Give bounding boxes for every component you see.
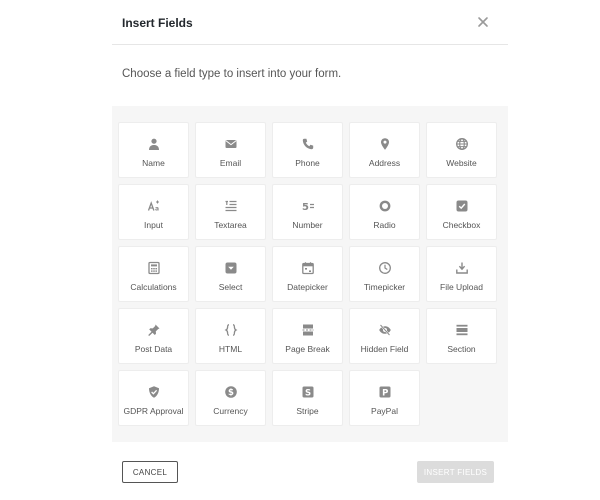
field-tile-label: Select [218,282,243,292]
text-lines-icon [225,200,236,212]
field-tile-label: PayPal [371,406,398,416]
field-tile-phone[interactable]: Phone [272,122,343,178]
upload-icon [455,262,468,274]
field-tile-label: Page Break [285,344,330,354]
field-tile-input[interactable]: a Input [118,184,189,240]
cancel-button[interactable]: CANCEL [122,461,178,483]
field-tile-label: HTML [218,344,243,354]
field-tile-label: GDPR Approval [123,406,184,416]
field-tile-label: Timepicker [363,282,406,292]
dialog-header: Insert Fields [112,0,508,45]
field-tile-label: Name [142,158,165,168]
field-tile-select[interactable]: Select [195,246,266,302]
dollar-icon: $ [224,386,237,398]
field-tile-label: Website [446,158,477,168]
field-tile-label: Calculations [130,282,177,292]
paypal-icon: P [379,386,390,399]
insert-fields-dialog: Insert Fields Choose a field type to ins… [112,0,508,500]
radio-icon [379,200,390,212]
field-types-panel: Name Email Phone Address Website a Input Textar… [112,106,508,442]
field-tile-label: Radio [373,220,396,230]
field-tile-timepicker[interactable]: Timepicker [349,246,420,302]
field-tile-label: Phone [295,158,320,168]
field-tile-label: Textarea [214,220,247,230]
select-icon [225,262,236,274]
field-tile-name[interactable]: Name [118,122,189,178]
field-tile-section[interactable]: Section [426,308,497,364]
field-tile-label: Checkbox [442,220,481,230]
field-tile-currency[interactable]: $ Currency [195,370,266,426]
field-tile-post-data[interactable]: Post Data [118,308,189,364]
globe-icon [455,138,468,150]
field-tile-label: Hidden Field [360,344,409,354]
text-size-icon: a [147,200,159,213]
dialog-title: Insert Fields [122,16,193,30]
field-tile-stripe[interactable]: S Stripe [272,370,343,426]
field-tile-hidden-field[interactable]: Hidden Field [349,308,420,364]
svg-text:5: 5 [302,202,309,213]
field-tile-website[interactable]: Website [426,122,497,178]
number-icon: 5 [302,202,314,213]
field-tile-label: Number [292,220,323,230]
field-tile-paypal[interactable]: P PayPal [349,370,420,426]
dialog-intro: Choose a field type to insert into your … [122,68,342,80]
field-tile-label: Post Data [134,344,173,354]
eye-slash-icon [378,324,391,336]
field-tile-address[interactable]: Address [349,122,420,178]
field-tile-radio[interactable]: Radio [349,184,420,240]
field-tile-file-upload[interactable]: File Upload [426,246,497,302]
envelope-icon [224,140,237,148]
shield-check-icon [148,386,159,398]
user-icon [148,138,159,150]
field-tile-html[interactable]: HTML [195,308,266,364]
field-tile-label: File Upload [440,282,483,292]
insert-fields-button[interactable]: INSERT FIELDS [417,461,494,483]
stripe-icon: S [302,386,313,399]
field-tile-gdpr-approval[interactable]: GDPR Approval [118,370,189,426]
field-tile-checkbox[interactable]: Checkbox [426,184,497,240]
dialog-footer: CANCEL INSERT FIELDS [112,443,508,500]
field-tile-datepicker[interactable]: Datepicker [272,246,343,302]
svg-text:a: a [155,206,159,213]
field-tile-label: Input [144,220,163,230]
calculator-icon [147,261,160,275]
field-tile-email[interactable]: Email [195,122,266,178]
svg-text:S: S [304,389,310,399]
phone-icon [302,138,313,150]
section-icon [456,324,467,336]
field-tile-label: Currency [213,406,248,416]
field-tile-label: Section [447,344,476,354]
svg-text:P: P [382,389,388,399]
checkbox-icon [456,200,467,212]
field-tile-textarea[interactable]: Textarea [195,184,266,240]
braces-icon [224,324,237,336]
pin-icon [148,324,159,336]
field-tile-label: Datepicker [287,282,328,292]
map-pin-icon [380,138,389,150]
field-tile-page-break[interactable]: Page Break [272,308,343,364]
svg-text:$: $ [228,388,234,398]
page-break-icon [302,324,313,336]
field-tile-number[interactable]: 5 Number [272,184,343,240]
close-icon[interactable] [476,15,490,29]
field-types-grid: Name Email Phone Address Website a Input Textar… [118,122,502,426]
field-tile-label: Address [368,158,401,168]
calendar-icon [301,262,314,275]
clock-icon [378,262,391,274]
field-tile-calculations[interactable]: Calculations [118,246,189,302]
field-tile-label: Stripe [296,406,319,416]
field-tile-label: Email [219,158,242,168]
